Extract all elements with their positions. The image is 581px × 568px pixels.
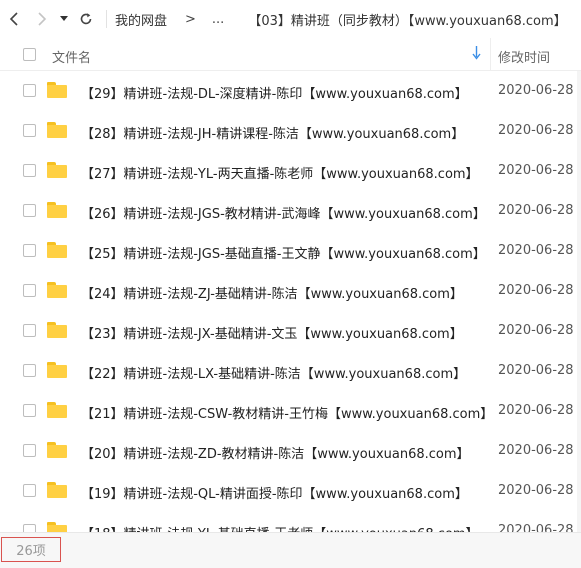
file-name[interactable]: 【26】精讲班-法规-JGS-教材精讲-武海峰【www.youxuan68.co… <box>81 203 486 222</box>
file-name[interactable]: 【21】精讲班-法规-CSW-教材精讲-王竹梅【www.youxuan68.co… <box>81 403 493 422</box>
file-row[interactable]: 【23】精讲班-法规-JX-基础精讲-文玉【www.youxuan68.com】… <box>0 311 581 351</box>
folder-icon <box>47 282 67 298</box>
file-modified-date: 2020-06-28 21 <box>498 323 581 338</box>
folder-icon <box>47 322 67 338</box>
file-name[interactable]: 【23】精讲班-法规-JX-基础精讲-文玉【www.youxuan68.com】 <box>81 323 463 342</box>
back-button[interactable] <box>0 0 28 38</box>
folder-icon <box>47 442 67 458</box>
folder-icon <box>47 202 67 218</box>
row-checkbox[interactable] <box>23 364 36 377</box>
breadcrumb-root[interactable]: 我的网盘 <box>115 10 167 29</box>
navigation-toolbar: 我的网盘 > ... 【03】精讲班（同步教材）【www.youxuan68.c… <box>0 0 581 38</box>
refresh-button[interactable] <box>72 0 100 38</box>
vertical-scrollbar[interactable] <box>577 71 581 532</box>
breadcrumb-ellipsis[interactable]: ... <box>212 12 224 27</box>
file-name[interactable]: 【29】精讲班-法规-DL-深度精讲-陈印【www.youxuan68.com】 <box>81 83 468 102</box>
folder-icon <box>47 482 67 498</box>
folder-icon <box>47 242 67 258</box>
column-header-modified-time[interactable]: 修改时间 <box>498 47 550 66</box>
file-modified-date: 2020-06-28 21 <box>498 443 581 458</box>
row-checkbox[interactable] <box>23 524 36 532</box>
file-row[interactable]: 【19】精讲班-法规-QL-精讲面授-陈印【www.youxuan68.com】… <box>0 471 581 511</box>
row-checkbox[interactable] <box>23 444 36 457</box>
file-row[interactable]: 【27】精讲班-法规-YL-两天直播-陈老师【www.youxuan68.com… <box>0 151 581 191</box>
breadcrumb-separator: > <box>185 11 196 27</box>
file-row[interactable]: 【28】精讲班-法规-JH-精讲课程-陈洁【www.youxuan68.com】… <box>0 111 581 151</box>
file-row[interactable]: 【20】精讲班-法规-ZD-教材精讲-陈洁【www.youxuan68.com】… <box>0 431 581 471</box>
select-all-checkbox[interactable] <box>23 48 36 61</box>
column-header-name[interactable]: 文件名 <box>52 47 91 66</box>
file-modified-date: 2020-06-28 21 <box>498 203 581 218</box>
row-checkbox[interactable] <box>23 284 36 297</box>
row-checkbox[interactable] <box>23 484 36 497</box>
file-name[interactable]: 【20】精讲班-法规-ZD-教材精讲-陈洁【www.youxuan68.com】 <box>81 443 470 462</box>
file-name[interactable]: 【27】精讲班-法规-YL-两天直播-陈老师【www.youxuan68.com… <box>81 163 479 182</box>
file-modified-date: 2020-06-28 21 <box>498 483 581 498</box>
file-name[interactable]: 【28】精讲班-法规-JH-精讲课程-陈洁【www.youxuan68.com】 <box>81 123 464 142</box>
item-count: 26项 <box>1 537 61 562</box>
file-modified-date: 2020-06-28 21 <box>498 243 581 258</box>
folder-icon <box>47 122 67 138</box>
folder-icon <box>47 362 67 378</box>
history-dropdown-button[interactable] <box>56 0 72 38</box>
folder-icon <box>47 402 67 418</box>
file-modified-date: 2020-06-28 21 <box>498 523 581 532</box>
folder-icon <box>47 162 67 178</box>
chevron-left-icon <box>9 12 18 26</box>
file-list: 【29】精讲班-法规-DL-深度精讲-陈印【www.youxuan68.com】… <box>0 71 581 532</box>
refresh-icon <box>80 13 92 25</box>
file-name[interactable]: 【22】精讲班-法规-LX-基础精讲-陈洁【www.youxuan68.com】 <box>81 363 466 382</box>
file-row[interactable]: 【22】精讲班-法规-LX-基础精讲-陈洁【www.youxuan68.com】… <box>0 351 581 391</box>
file-modified-date: 2020-06-28 21 <box>498 403 581 418</box>
file-modified-date: 2020-06-28 21 <box>498 283 581 298</box>
sort-down-arrow-icon[interactable] <box>472 46 481 63</box>
file-modified-date: 2020-06-28 21 <box>498 123 581 138</box>
folder-icon <box>47 522 67 532</box>
row-checkbox[interactable] <box>23 404 36 417</box>
file-row[interactable]: 【24】精讲班-法规-ZJ-基础精讲-陈洁【www.youxuan68.com】… <box>0 271 581 311</box>
file-name[interactable]: 【19】精讲班-法规-QL-精讲面授-陈印【www.youxuan68.com】 <box>81 483 468 502</box>
row-checkbox[interactable] <box>23 164 36 177</box>
forward-button[interactable] <box>28 0 56 38</box>
caret-down-icon <box>60 16 68 21</box>
row-checkbox[interactable] <box>23 84 36 97</box>
file-row[interactable]: 【26】精讲班-法规-JGS-教材精讲-武海峰【www.youxuan68.co… <box>0 191 581 231</box>
file-name[interactable]: 【25】精讲班-法规-JGS-基础直播-王文静【www.youxuan68.co… <box>81 243 486 262</box>
folder-icon <box>47 82 67 98</box>
file-row[interactable]: 【21】精讲班-法规-CSW-教材精讲-王竹梅【www.youxuan68.co… <box>0 391 581 431</box>
row-checkbox[interactable] <box>23 204 36 217</box>
file-list-header: 文件名 修改时间 <box>0 38 581 71</box>
file-modified-date: 2020-06-28 21 <box>498 363 581 378</box>
column-divider[interactable] <box>490 38 491 71</box>
row-checkbox[interactable] <box>23 244 36 257</box>
file-row[interactable]: 【18】精讲班-法规-YL-基础直播-王老师【www.youxuan68.com… <box>0 511 581 532</box>
file-modified-date: 2020-06-28 21 <box>498 163 581 178</box>
chevron-right-icon <box>38 12 47 26</box>
file-name[interactable]: 【24】精讲班-法规-ZJ-基础精讲-陈洁【www.youxuan68.com】 <box>81 283 463 302</box>
status-bar: 26项 <box>0 532 581 568</box>
row-checkbox[interactable] <box>23 124 36 137</box>
file-row[interactable]: 【29】精讲班-法规-DL-深度精讲-陈印【www.youxuan68.com】… <box>0 71 581 111</box>
file-name[interactable]: 【18】精讲班-法规-YL-基础直播-王老师【www.youxuan68.com… <box>81 523 479 532</box>
file-modified-date: 2020-06-28 21 <box>498 83 581 98</box>
breadcrumb-current[interactable]: 【03】精讲班（同步教材）【www.youxuan68.com】 <box>248 10 566 29</box>
file-row[interactable]: 【25】精讲班-法规-JGS-基础直播-王文静【www.youxuan68.co… <box>0 231 581 271</box>
row-checkbox[interactable] <box>23 324 36 337</box>
toolbar-divider <box>106 10 107 28</box>
